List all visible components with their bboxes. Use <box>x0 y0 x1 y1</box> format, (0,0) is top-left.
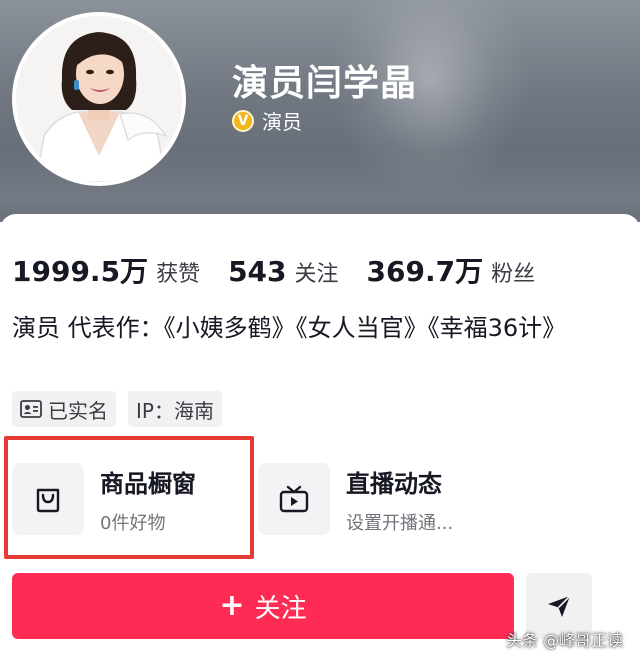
send-icon <box>548 595 571 617</box>
stats-row: 1999.5万 获赞 543 关注 369.7万 粉丝 <box>12 250 563 290</box>
profile-name: 演员闫学晶 <box>232 63 418 104</box>
stat-label: 获赞 <box>156 262 201 287</box>
annotation-highlight-box <box>4 436 254 559</box>
profile-bio: 演员 代表作：《小姨多鹤》《女人当官》《幸福36计》 <box>12 314 567 342</box>
follow-button[interactable]: + 关注 <box>12 573 514 639</box>
stat-likes[interactable]: 1999.5万 获赞 <box>12 250 200 290</box>
avatar[interactable] <box>12 12 186 186</box>
profile-tags: 已实名 IP：海南 <box>12 391 222 427</box>
tool-title: 直播动态 <box>346 469 442 498</box>
stat-label: 粉丝 <box>491 262 536 287</box>
stat-followers[interactable]: 369.7万 粉丝 <box>367 250 536 290</box>
plus-icon: + <box>219 588 245 623</box>
live-updates-entry[interactable]: 直播动态 设置开播通... <box>258 463 453 535</box>
live-icon-box <box>258 463 330 535</box>
id-card-icon <box>20 400 42 418</box>
avatar-portrait <box>16 16 182 182</box>
stat-value: 1999.5万 <box>12 255 149 288</box>
tag-label: 已实名 <box>48 398 108 423</box>
follow-label: 关注 <box>254 593 307 624</box>
tag-ip-location: IP：海南 <box>128 391 222 427</box>
stat-label: 关注 <box>294 262 339 287</box>
verified-row: V 演员 <box>232 106 302 135</box>
verified-badge-icon: V <box>232 109 254 132</box>
watermark: 头条 @峰哥正读 <box>506 631 624 650</box>
tool-subtitle: 设置开播通... <box>346 512 454 534</box>
stat-value: 369.7万 <box>366 255 484 288</box>
tv-play-icon <box>279 485 309 513</box>
stat-value: 543 <box>228 255 287 288</box>
tag-label: IP：海南 <box>136 398 214 423</box>
verified-label: 演员 <box>262 110 302 134</box>
stat-following[interactable]: 543 关注 <box>228 255 338 288</box>
tag-real-name[interactable]: 已实名 <box>12 391 116 427</box>
